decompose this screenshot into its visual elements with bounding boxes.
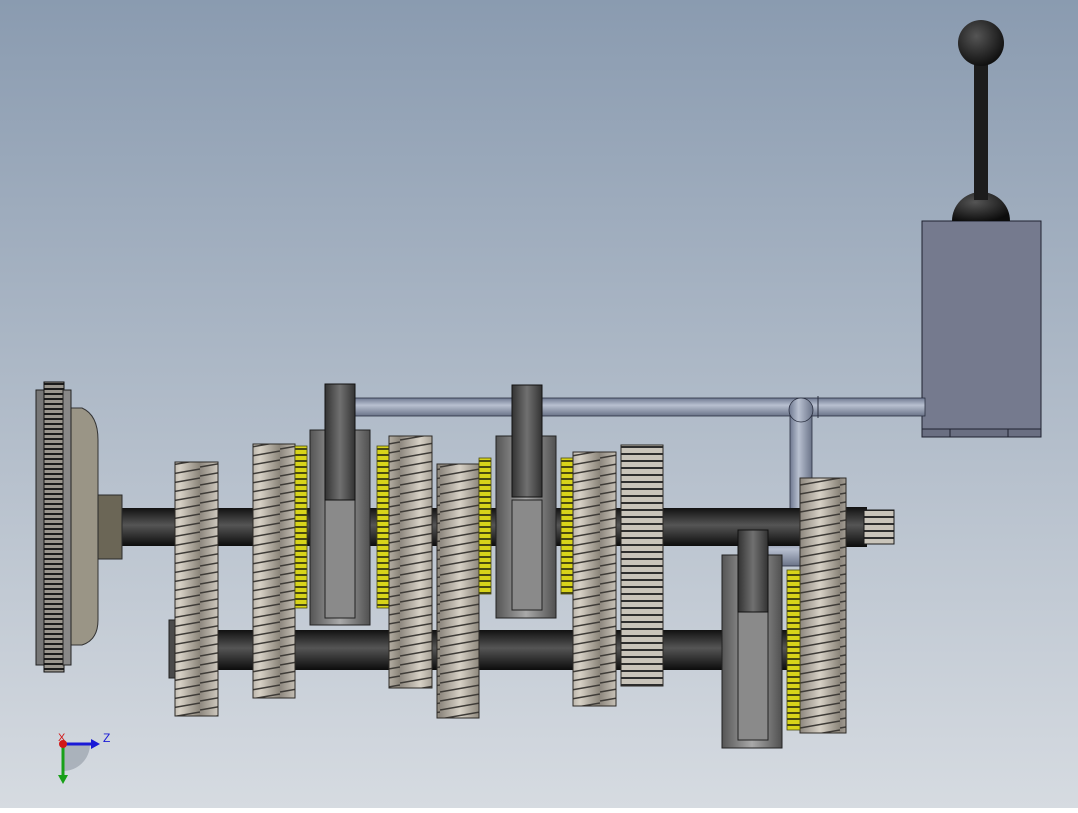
- shift-fork-1-2[interactable]: [324, 383, 356, 501]
- clutch-hub: [97, 494, 123, 560]
- axis-label-x: X: [58, 732, 66, 744]
- shifter-housing[interactable]: [921, 220, 1042, 438]
- gear-1[interactable]: [174, 461, 219, 717]
- synchro-ring-2: [376, 445, 390, 609]
- shift-fork-5-6[interactable]: [737, 529, 769, 613]
- reverse-gear[interactable]: [620, 444, 664, 687]
- synchro-ring-1: [294, 445, 308, 609]
- gear-5[interactable]: [572, 451, 617, 707]
- output-spline: [863, 509, 895, 545]
- axis-label-z: Z: [103, 731, 111, 745]
- shift-lever[interactable]: [974, 55, 988, 200]
- cad-viewport[interactable]: X Z: [0, 0, 1078, 808]
- shift-fork-3-4[interactable]: [511, 384, 543, 498]
- synchro-ring-3: [478, 457, 492, 595]
- shift-knob[interactable]: [958, 20, 1004, 66]
- gear-6[interactable]: [799, 477, 847, 734]
- gear-3[interactable]: [388, 435, 433, 689]
- clutch-cover: [69, 407, 99, 646]
- synchro-ring-5: [786, 569, 801, 731]
- synchro-ring-4: [560, 457, 574, 595]
- flywheel-ring-gear: [43, 381, 65, 673]
- shift-rod[interactable]: [349, 397, 926, 417]
- model-canvas[interactable]: [0, 0, 1078, 808]
- gear-4[interactable]: [436, 463, 480, 719]
- synchronizer-5-6[interactable]: [721, 529, 783, 749]
- gear-2[interactable]: [252, 443, 296, 699]
